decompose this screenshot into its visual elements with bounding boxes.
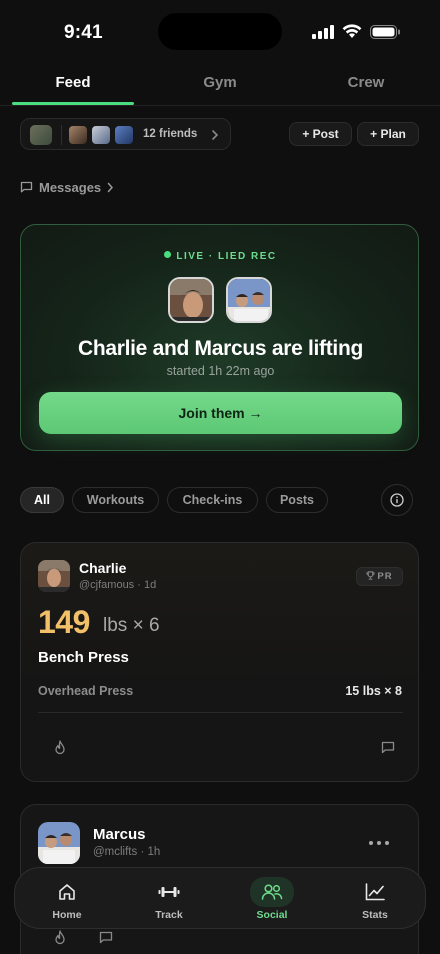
secondary-exercise-value: 15 lbs × 8 [345,684,402,698]
nav-icon-wrap [250,877,294,907]
post-author-name[interactable]: Marcus [93,826,146,843]
status-bar: 9:41 [0,0,440,62]
post-author-handle: @mclifts · 1h [93,846,161,858]
tab-crew[interactable]: Crew [306,74,426,91]
nav-home-label: Home [52,909,82,921]
nav-stats[interactable]: Stats [335,868,415,930]
fire-icon[interactable] [53,930,67,946]
pr-badge: PR [356,567,403,586]
nav-stats-label: Stats [362,909,388,921]
live-tag-text: LIVE · LIED REC [176,251,277,262]
nav-icon-wrap [151,877,187,907]
pr-badge-label: PR [377,571,393,582]
wifi-icon [342,24,362,38]
avatar-photo [170,279,212,321]
status-time: 9:41 [64,22,103,43]
more-options-icon[interactable] [369,841,389,845]
divider [38,712,403,713]
nav-social-label: Social [256,909,288,921]
live-session-card: LIVE · LIED REC Charlie and Marcus are l… [20,224,419,451]
filter-all[interactable]: All [20,487,64,513]
live-avatar-charlie[interactable] [168,277,214,323]
tab-active-indicator [12,102,134,105]
signal-icon [312,24,334,39]
post-card[interactable]: Charlie @cjfamous · 1d PR 149 lbs × 6 Be… [20,542,419,782]
messages-link[interactable]: Messages [20,178,114,196]
chart-icon [365,883,385,901]
nav-track-label: Track [155,909,183,921]
nav-track[interactable]: Track [129,868,209,930]
info-icon [390,493,404,507]
status-icons [312,24,400,39]
chat-icon [20,181,33,193]
secondary-exercise-name: Overhead Press [38,684,134,698]
avatar-photo [38,822,80,864]
trophy-icon [366,571,375,580]
avatar-photo [228,279,270,321]
join-button[interactable]: Join them → [39,392,402,434]
friends-count: 12 friends [143,128,198,140]
comment-icon[interactable] [381,741,395,754]
friends-button[interactable]: 12 friends [20,118,231,150]
post-avatar[interactable] [38,560,70,592]
friend-avatar [114,125,134,145]
dynamic-island [158,13,282,50]
pr-weight: 149 [38,604,90,640]
nav-home[interactable]: Home [27,868,107,930]
live-subtitle: started 1h 22m ago [166,364,275,378]
home-icon [59,884,75,900]
live-avatar-marcus[interactable] [226,277,272,323]
add-post-button[interactable]: + Post [289,122,352,146]
tab-feed[interactable]: Feed [13,74,133,91]
info-button[interactable] [381,484,413,516]
post-avatar[interactable] [38,822,80,864]
filter-check-ins[interactable]: Check-ins [167,487,258,513]
chevron-right-icon [212,130,219,140]
top-tabs: Feed Gym Crew [0,62,440,106]
tab-gym[interactable]: Gym [160,74,280,91]
live-dot-icon [164,251,172,258]
filter-posts[interactable]: Posts [266,487,328,513]
friend-avatar [91,125,111,145]
exercise-name: Bench Press [38,649,129,666]
fire-icon[interactable] [53,740,67,756]
messages-label: Messages [39,179,102,195]
live-tag: LIVE · LIED REC [21,251,420,262]
nav-icon-wrap [357,877,393,907]
add-plan-button[interactable]: + Plan [357,122,419,146]
post-author-name[interactable]: Charlie [79,560,126,576]
friend-avatar [68,125,88,145]
people-icon [261,884,283,900]
nav-icon-wrap [49,877,85,907]
pr-reps: lbs × 6 [103,615,160,636]
filter-workouts[interactable]: Workouts [72,487,159,513]
comment-icon[interactable] [99,931,113,944]
battery-icon [370,24,400,39]
bottom-nav: Home Track Social Stats [14,867,426,929]
live-title: Charlie and Marcus are lifting [77,337,364,360]
my-avatar [30,125,52,145]
chevron-right-icon [107,182,114,192]
post-author-handle: @cjfamous · 1d [79,579,157,591]
divider [61,125,62,145]
nav-social[interactable]: Social [232,868,312,930]
dumbbell-icon [158,887,180,897]
avatar-photo [38,560,70,592]
